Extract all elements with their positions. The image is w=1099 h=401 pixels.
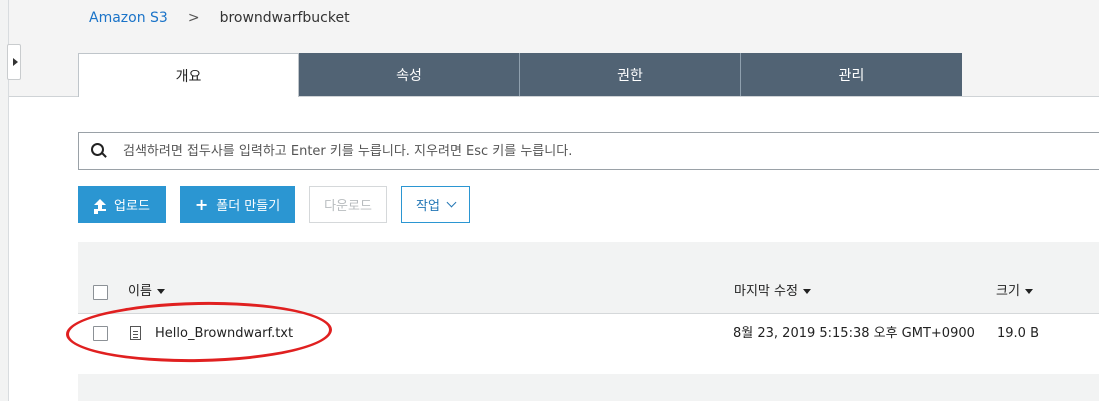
row-checkbox[interactable] <box>93 326 108 341</box>
tab-overview[interactable]: 개요 <box>78 53 299 97</box>
create-folder-button[interactable]: + 폴더 만들기 <box>180 186 295 223</box>
upload-icon <box>94 198 107 211</box>
table-footer-strip <box>78 374 1099 401</box>
search-input[interactable] <box>121 142 1025 160</box>
upload-button-label: 업로드 <box>114 199 150 214</box>
breadcrumb: Amazon S3 > browndwarfbucket <box>89 8 350 28</box>
table-header: 이름 마지막 수정 크기 <box>78 270 1099 314</box>
caret-right-icon <box>12 58 18 66</box>
table-row: Hello_Browndwarf.txt 8월 23, 2019 5:15:38… <box>78 314 1099 354</box>
sidebar-toggle-button[interactable] <box>7 44 21 80</box>
actions-label: 작업 <box>416 199 440 214</box>
column-header-size[interactable]: 크기 <box>996 284 1033 300</box>
file-modified-date: 8월 23, 2019 5:15:38 오후 GMT+0900 <box>733 326 975 341</box>
download-button[interactable]: 다운로드 <box>309 186 387 223</box>
file-icon <box>130 326 141 340</box>
chevron-down-icon <box>446 197 457 208</box>
select-all-checkbox[interactable] <box>93 285 108 300</box>
upload-button[interactable]: 업로드 <box>78 186 166 223</box>
breadcrumb-current: browndwarfbucket <box>219 10 350 26</box>
search-icon <box>91 143 107 159</box>
sort-caret-icon <box>156 289 165 294</box>
sort-caret-icon <box>1024 289 1033 294</box>
column-header-name-label: 이름 <box>128 284 152 299</box>
sort-caret-icon <box>802 289 811 294</box>
plus-icon: + <box>194 194 209 214</box>
tab-properties[interactable]: 속성 <box>299 53 520 96</box>
column-header-size-label: 크기 <box>996 284 1020 299</box>
create-folder-label: 폴더 만들기 <box>216 199 281 214</box>
tab-permissions[interactable]: 권한 <box>520 53 741 96</box>
column-header-modified[interactable]: 마지막 수정 <box>734 284 811 300</box>
actions-dropdown[interactable]: 작업 <box>401 186 470 223</box>
tab-management[interactable]: 관리 <box>741 53 962 96</box>
breadcrumb-root-link[interactable]: Amazon S3 <box>89 8 168 28</box>
column-header-name[interactable]: 이름 <box>128 284 165 300</box>
tab-bar: 개요 속성 권한 관리 <box>78 53 962 97</box>
download-button-label: 다운로드 <box>324 199 372 214</box>
breadcrumb-separator: > <box>187 10 200 26</box>
table-toolbar-strip <box>78 242 1099 270</box>
search-box <box>78 132 1099 170</box>
column-header-modified-label: 마지막 수정 <box>734 284 798 299</box>
file-size: 19.0 B <box>997 326 1039 341</box>
file-name-link[interactable]: Hello_Browndwarf.txt <box>155 326 293 342</box>
